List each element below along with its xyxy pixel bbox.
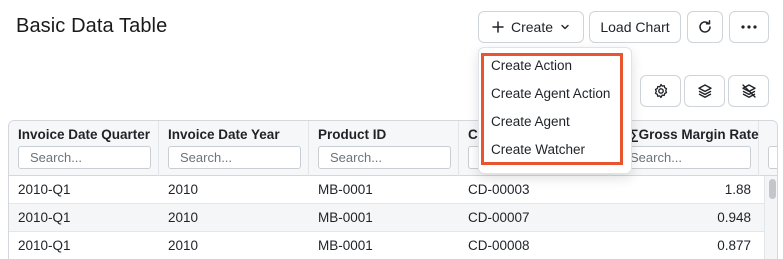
cell-product-id: MB-0001 bbox=[318, 210, 373, 225]
cell-invoice-date-year: 2010 bbox=[168, 238, 199, 253]
more-horizontal-icon bbox=[741, 25, 757, 29]
layers-icon bbox=[697, 84, 712, 98]
cell-invoice-date-quarter: 2010-Q1 bbox=[18, 182, 71, 197]
cell-gross-margin-rate: 1.88 bbox=[724, 182, 751, 197]
column-label[interactable]: Product ID bbox=[318, 127, 386, 142]
cell-product-id: MB-0001 bbox=[318, 182, 373, 197]
layers-off-button[interactable] bbox=[728, 75, 769, 107]
cell-invoice-date-quarter: 2010-Q1 bbox=[18, 210, 71, 225]
cell-gross-margin-rate: 0.948 bbox=[717, 210, 751, 225]
cell-invoice-date-year: 2010 bbox=[168, 210, 199, 225]
cell-customer-id: CD-00007 bbox=[468, 210, 530, 225]
menu-item-create-agent[interactable]: Create Agent bbox=[491, 114, 570, 129]
create-button[interactable]: Create bbox=[478, 11, 584, 43]
menu-item-create-watcher[interactable]: Create Watcher bbox=[491, 142, 585, 157]
column-label[interactable]: Invoice Date Quarter bbox=[18, 127, 150, 142]
cell-product-id: MB-0001 bbox=[318, 238, 373, 253]
column-label[interactable]: ∑Gross Margin Rate bbox=[629, 127, 759, 142]
plus-icon bbox=[492, 21, 504, 33]
load-chart-button[interactable]: Load Chart bbox=[589, 11, 681, 43]
column-header-next bbox=[759, 121, 777, 176]
chevron-down-icon bbox=[561, 24, 569, 30]
table-header: Invoice Date Quarter Invoice Date Year P… bbox=[9, 121, 777, 176]
layers-button[interactable] bbox=[684, 75, 725, 107]
cell-gross-margin-rate: 0.877 bbox=[717, 238, 751, 253]
table-row[interactable]: 2010-Q1 2010 MB-0001 CD-00007 0.948 bbox=[9, 204, 764, 232]
column-label[interactable]: C bbox=[468, 127, 478, 142]
search-input-invoice-date-year[interactable] bbox=[168, 146, 301, 169]
column-header-product-id: Product ID bbox=[309, 121, 459, 176]
refresh-button[interactable] bbox=[687, 11, 723, 43]
layers-off-icon bbox=[741, 84, 756, 98]
cell-customer-id: CD-00008 bbox=[468, 238, 530, 253]
cell-invoice-date-quarter: 2010-Q1 bbox=[18, 238, 71, 253]
table-row[interactable]: 2010-Q1 2010 MB-0001 CD-00003 1.88 bbox=[9, 176, 764, 204]
gear-icon bbox=[654, 83, 667, 99]
page-title: Basic Data Table bbox=[16, 15, 168, 37]
vertical-scrollbar[interactable] bbox=[764, 176, 777, 259]
cell-customer-id: CD-00003 bbox=[468, 182, 530, 197]
create-button-label: Create bbox=[510, 19, 554, 35]
column-header-invoice-date-year: Invoice Date Year bbox=[159, 121, 309, 176]
data-table: Invoice Date Quarter Invoice Date Year P… bbox=[8, 120, 778, 259]
scrollbar-thumb[interactable] bbox=[769, 179, 776, 199]
menu-item-create-agent-action[interactable]: Create Agent Action bbox=[491, 86, 610, 101]
search-input-product-id[interactable] bbox=[318, 146, 451, 169]
search-input-invoice-date-quarter[interactable] bbox=[18, 146, 151, 169]
menu-item-create-action[interactable]: Create Action bbox=[491, 58, 572, 73]
settings-button[interactable] bbox=[640, 75, 681, 107]
search-input-next[interactable] bbox=[768, 146, 777, 169]
cell-invoice-date-year: 2010 bbox=[168, 182, 199, 197]
search-input-gross-margin-rate[interactable] bbox=[618, 146, 751, 169]
load-chart-label: Load Chart bbox=[600, 19, 670, 35]
refresh-icon bbox=[699, 20, 711, 33]
table-row[interactable]: 2010-Q1 2010 MB-0001 CD-00008 0.877 bbox=[9, 232, 764, 259]
column-header-invoice-date-quarter: Invoice Date Quarter bbox=[9, 121, 159, 176]
more-options-button[interactable] bbox=[729, 11, 769, 43]
column-label[interactable]: Invoice Date Year bbox=[168, 127, 280, 142]
